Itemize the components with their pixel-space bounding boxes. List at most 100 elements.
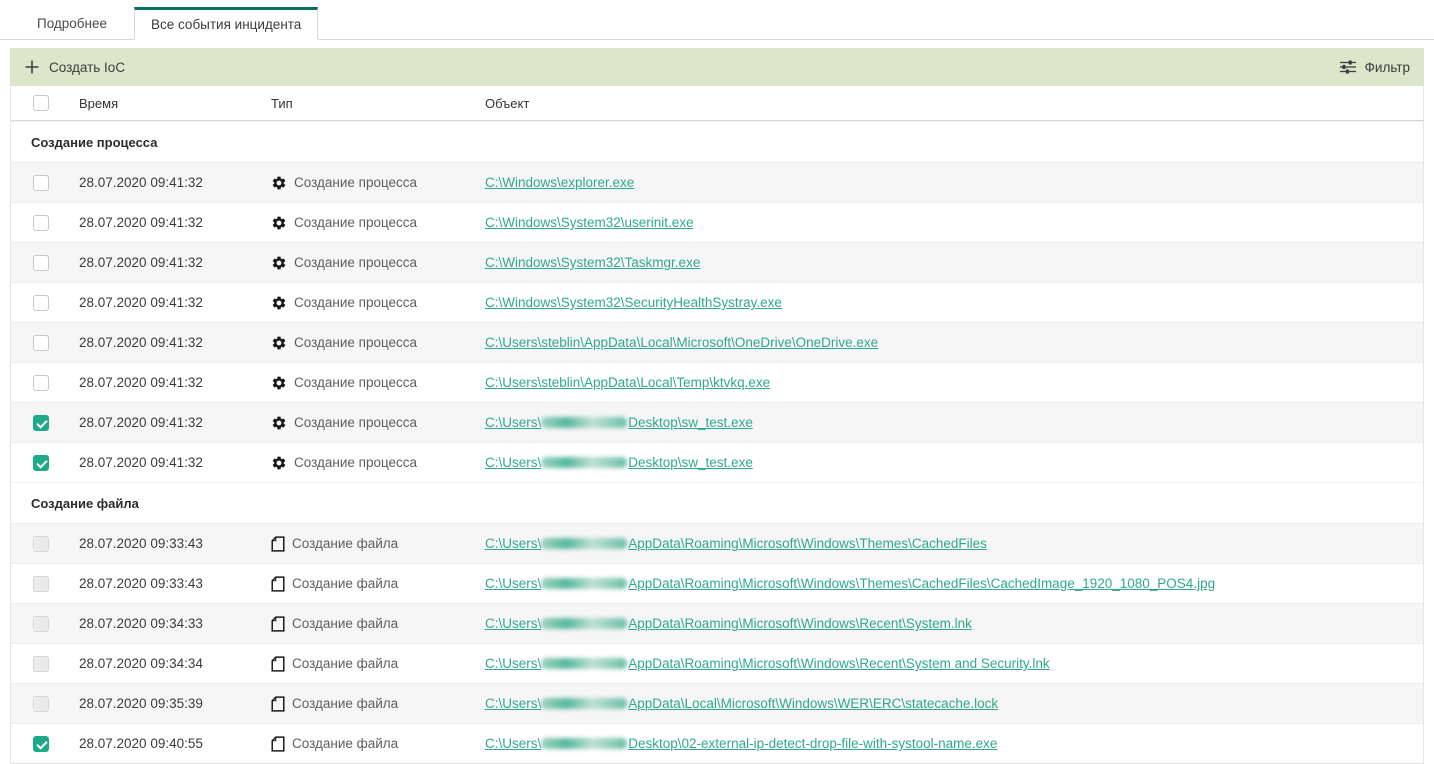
plus-icon: [24, 59, 40, 75]
event-type: Создание процесса: [271, 455, 485, 471]
row-checkbox[interactable]: [33, 295, 49, 311]
event-time: 28.07.2020 09:35:39: [79, 696, 271, 711]
object-link[interactable]: C:\Windows\System32\SecurityHealthSystra…: [485, 295, 782, 310]
object-link[interactable]: C:\Users\AppData\Roaming\Microsoft\Windo…: [485, 536, 987, 551]
event-object-cell: C:\Users\AppData\Roaming\Microsoft\Windo…: [485, 576, 1423, 591]
table-row: 28.07.2020 09:33:43 Создание файла C:\User…: [11, 563, 1423, 603]
create-ioc-button[interactable]: Создать IoC: [24, 59, 125, 75]
group-header: Создание файла: [11, 482, 1423, 523]
object-link[interactable]: C:\Users\steblin\AppData\Local\Microsoft…: [485, 335, 878, 350]
event-type: Создание файла: [271, 576, 485, 592]
gear-icon: [271, 255, 287, 271]
event-type: Создание процесса: [271, 335, 485, 351]
table-row: 28.07.2020 09:40:55Создание файлаC:\User…: [11, 723, 1423, 763]
redacted-username: [541, 658, 627, 669]
event-type: Создание процесса: [271, 175, 485, 191]
events-table: Время Тип Объект Создание процесса28.07.…: [10, 86, 1424, 764]
object-link[interactable]: C:\Windows\System32\userinit.exe: [485, 215, 694, 230]
group-header: Создание процесса: [11, 121, 1423, 162]
object-link[interactable]: C:\Windows\System32\Taskmgr.exe: [485, 255, 700, 270]
object-link[interactable]: C:\Users\steblin\AppData\Local\Temp\ktvk…: [485, 375, 770, 390]
event-time: 28.07.2020 09:34:34: [79, 656, 271, 671]
row-checkbox[interactable]: [33, 455, 49, 471]
event-type-label: Создание файла: [292, 696, 398, 711]
event-object-cell: C:\Windows\explorer.exe: [485, 175, 1423, 190]
event-type-label: Создание процесса: [294, 455, 417, 470]
table-row: 28.07.2020 09:41:32Создание процессаC:\U…: [11, 442, 1423, 482]
event-type: Создание файла: [271, 616, 485, 632]
gear-icon: [271, 335, 287, 351]
toolbar: Создать IoC Фильтр: [10, 48, 1424, 86]
event-type-label: Создание файла: [292, 576, 398, 591]
row-checkbox[interactable]: [33, 375, 49, 391]
event-time: 28.07.2020 09:41:32: [79, 415, 271, 430]
event-type-label: Создание процесса: [294, 215, 417, 230]
tab-bar: Подробнее Все события инцидента: [0, 0, 1434, 40]
object-link[interactable]: C:\Users\Desktop\sw_test.exe: [485, 455, 753, 470]
column-header-time: Время: [79, 96, 271, 111]
event-time: 28.07.2020 09:41:32: [79, 215, 271, 230]
object-link[interactable]: C:\Users\AppData\Roaming\Microsoft\Windo…: [485, 616, 972, 631]
event-type-label: Создание файла: [292, 616, 398, 631]
tab-all-incident-events[interactable]: Все события инцидента: [134, 7, 318, 40]
filter-button[interactable]: Фильтр: [1340, 60, 1410, 75]
event-type-label: Создание процесса: [294, 255, 417, 270]
row-checkbox[interactable]: [33, 255, 49, 271]
row-checkbox[interactable]: [33, 736, 49, 752]
gear-icon: [271, 375, 287, 391]
event-object-cell: C:\Users\steblin\AppData\Local\Temp\ktvk…: [485, 375, 1423, 390]
table-row: 28.07.2020 09:41:32 Создание процесса C:\W…: [11, 202, 1423, 242]
event-time: 28.07.2020 09:41:32: [79, 375, 271, 390]
event-object-cell: C:\Users\AppData\Local\Microsoft\Windows…: [485, 696, 1423, 711]
table-row: 28.07.2020 09:34:33Создание файлаC:\User…: [11, 603, 1423, 643]
event-time: 28.07.2020 09:33:43: [79, 536, 271, 551]
row-checkbox[interactable]: [33, 415, 49, 431]
event-type-label: Создание процесса: [294, 375, 417, 390]
table-row: 28.07.2020 09:41:32Создание процессаC:\U…: [11, 322, 1423, 362]
row-checkbox[interactable]: [33, 175, 49, 191]
file-icon: [271, 576, 285, 592]
object-link[interactable]: C:\Users\AppData\Roaming\Microsoft\Windo…: [485, 656, 1050, 671]
redacted-username: [541, 538, 627, 549]
event-time: 28.07.2020 09:33:43: [79, 576, 271, 591]
file-icon: [271, 536, 285, 552]
row-checkbox[interactable]: [33, 215, 49, 231]
table-row: 28.07.2020 09:33:43Создание файлаC:\User…: [11, 523, 1423, 563]
gear-icon: [271, 215, 287, 231]
create-ioc-label: Создать IoC: [49, 60, 125, 75]
event-time: 28.07.2020 09:41:32: [79, 295, 271, 310]
object-link[interactable]: C:\Users\Desktop\02-external-ip-detect-d…: [485, 736, 997, 751]
file-icon: [271, 656, 285, 672]
gear-icon: [271, 175, 287, 191]
group-title: Создание процесса: [31, 135, 157, 150]
row-checkbox: [33, 656, 49, 672]
gear-icon: [271, 295, 287, 311]
event-type-label: Создание файла: [292, 656, 398, 671]
row-checkbox: [33, 536, 49, 552]
event-object-cell: C:\Users\Desktop\sw_test.exe: [485, 415, 1423, 430]
event-type-label: Создание процесса: [294, 295, 417, 310]
object-link[interactable]: C:\Users\AppData\Roaming\Microsoft\Windo…: [485, 576, 1215, 591]
object-link[interactable]: C:\Windows\explorer.exe: [485, 175, 634, 190]
group-title: Создание файла: [31, 496, 139, 511]
row-checkbox: [33, 696, 49, 712]
event-object-cell: C:\Users\AppData\Roaming\Microsoft\Windo…: [485, 536, 1423, 551]
tab-details[interactable]: Подробнее: [20, 6, 124, 39]
redacted-username: [541, 578, 627, 589]
event-object-cell: C:\Users\steblin\AppData\Local\Microsoft…: [485, 335, 1423, 350]
event-type: Создание файла: [271, 536, 485, 552]
select-all-checkbox[interactable]: [33, 95, 49, 111]
object-link[interactable]: C:\Users\AppData\Local\Microsoft\Windows…: [485, 696, 998, 711]
row-checkbox: [33, 616, 49, 632]
event-time: 28.07.2020 09:41:32: [79, 335, 271, 350]
event-object-cell: C:\Users\AppData\Roaming\Microsoft\Windo…: [485, 616, 1423, 631]
row-checkbox[interactable]: [33, 335, 49, 351]
row-checkbox: [33, 576, 49, 592]
redacted-username: [541, 457, 627, 468]
filter-sliders-icon: [1340, 60, 1356, 74]
file-icon: [271, 736, 285, 752]
event-time: 28.07.2020 09:41:32: [79, 255, 271, 270]
event-time: 28.07.2020 09:41:32: [79, 175, 271, 190]
object-link[interactable]: C:\Users\Desktop\sw_test.exe: [485, 415, 753, 430]
event-object-cell: C:\Users\Desktop\02-external-ip-detect-d…: [485, 736, 1423, 751]
